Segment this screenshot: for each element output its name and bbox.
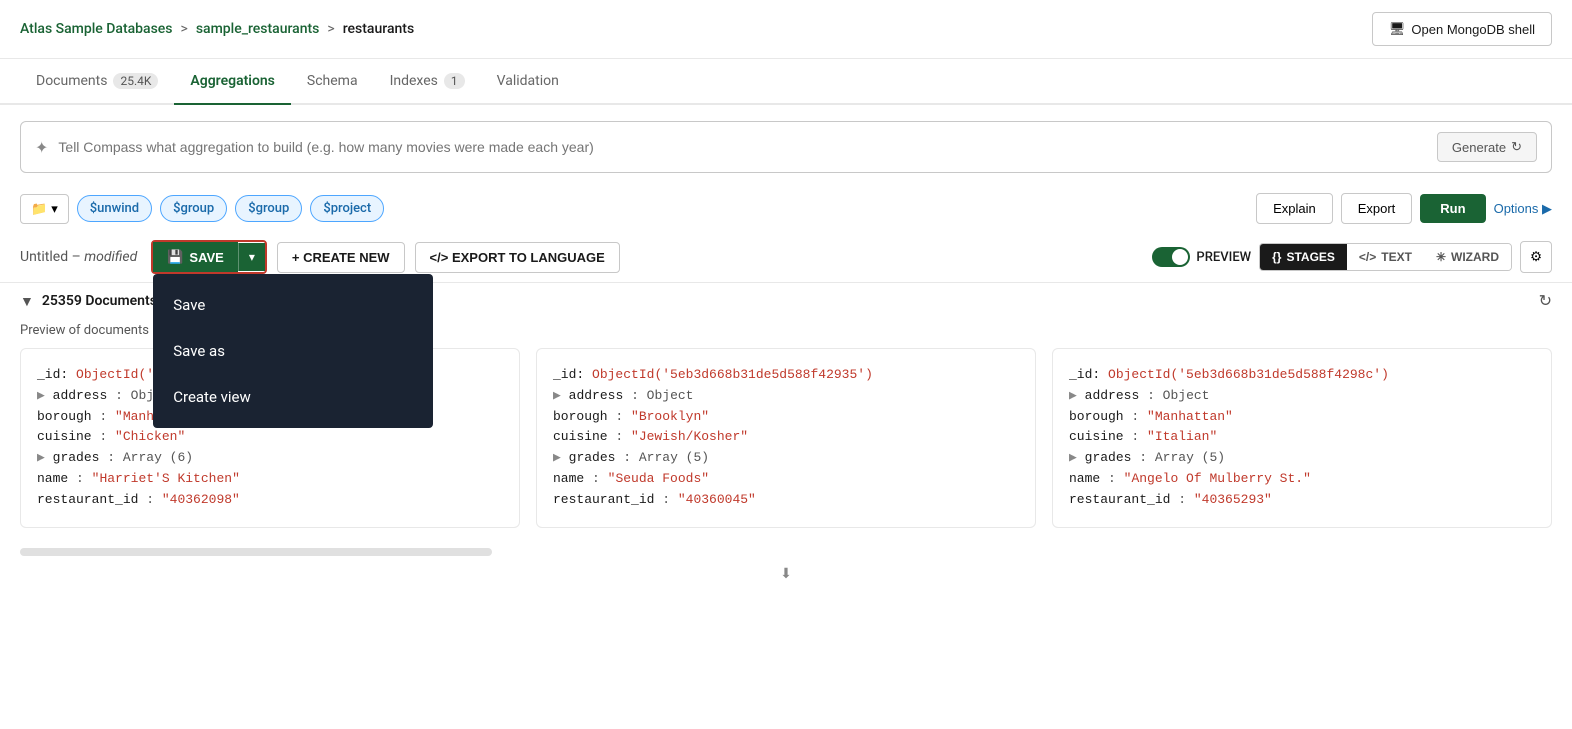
settings-button[interactable]: ⚙: [1520, 241, 1552, 273]
save-option[interactable]: Save: [153, 282, 433, 328]
results-count: 25359 Documents: [42, 293, 157, 309]
breadcrumb-middle[interactable]: sample_restaurants: [196, 21, 320, 37]
folder-button[interactable]: 📁 ▾: [20, 194, 69, 224]
collapse-icon[interactable]: ▼: [20, 293, 34, 310]
save-as-option[interactable]: Save as: [153, 328, 433, 374]
stages-view-button[interactable]: {} STAGES: [1260, 244, 1347, 270]
tab-documents[interactable]: Documents 25.4K: [20, 59, 174, 105]
bottom-bar: ⬇: [0, 556, 1572, 592]
chevron-down-icon: ▾: [249, 250, 255, 264]
text-icon: </>: [1359, 250, 1376, 264]
breadcrumb-sep1: >: [180, 21, 187, 37]
tab-schema[interactable]: Schema: [291, 59, 374, 105]
wizard-icon: ✳: [1436, 250, 1446, 264]
run-button[interactable]: Run: [1420, 194, 1485, 223]
refresh-button[interactable]: ↻: [1539, 291, 1552, 311]
preview-label: PREVIEW: [1196, 250, 1251, 265]
explain-button[interactable]: Explain: [1256, 193, 1333, 224]
table-row: _id: ObjectId('5eb3d668b31de5d588f42935'…: [536, 348, 1036, 528]
save-main-button[interactable]: 💾 SAVE: [153, 242, 238, 272]
breadcrumb: Atlas Sample Databases > sample_restaura…: [20, 21, 414, 37]
stages-icon: {}: [1272, 250, 1281, 264]
untitled-label: Untitled – modified: [20, 249, 137, 265]
stage-chip-group1[interactable]: $group: [160, 195, 227, 222]
export-to-language-button[interactable]: </> EXPORT TO LANGUAGE: [415, 242, 620, 273]
terminal-icon: ⁠🖥: [1389, 21, 1406, 37]
generate-button[interactable]: Generate ↻: [1437, 132, 1537, 162]
pipeline-toolbar: 📁 ▾ $unwind $group $group $project Expla…: [0, 185, 1572, 232]
ai-input-bar: ✦ Generate ↻: [20, 121, 1552, 173]
table-row: _id: ObjectId('5eb3d668b31de5d588f4298c'…: [1052, 348, 1552, 528]
refresh-icon: ↻: [1539, 293, 1552, 310]
export-button[interactable]: Export: [1341, 193, 1413, 224]
text-view-button[interactable]: </> TEXT: [1347, 244, 1424, 270]
tab-indexes[interactable]: Indexes 1: [374, 59, 481, 105]
save-dropdown-menu: Save Save as Create view: [153, 274, 433, 428]
stage-chip-group2[interactable]: $group: [235, 195, 302, 222]
save-dropdown-button[interactable]: ▾: [238, 243, 265, 271]
preview-toggle[interactable]: [1152, 247, 1190, 267]
save-icon: 💾: [167, 249, 183, 265]
tab-aggregations[interactable]: Aggregations: [174, 59, 290, 105]
stage-chip-unwind[interactable]: $unwind: [77, 195, 152, 222]
save-button-group: 💾 SAVE ▾ Save Save as Create view: [151, 240, 267, 274]
open-shell-button[interactable]: ⁠🖥 Open MongoDB shell: [1372, 12, 1552, 46]
options-button[interactable]: Options ▶: [1494, 201, 1552, 217]
toolbar-right: Explain Export Run Options ▶: [1256, 193, 1552, 224]
wizard-view-button[interactable]: ✳ WIZARD: [1424, 244, 1511, 270]
preview-toggle-group: PREVIEW: [1152, 247, 1251, 267]
action-right: PREVIEW {} STAGES </> TEXT ✳ WIZARD ⚙: [1152, 241, 1552, 273]
create-view-option[interactable]: Create view: [153, 374, 433, 420]
breadcrumb-current: restaurants: [343, 21, 414, 37]
down-icon: ⬇: [780, 566, 792, 582]
ai-icon: ✦: [35, 138, 48, 157]
folder-icon: 📁: [31, 201, 47, 217]
tabs-bar: Documents 25.4K Aggregations Schema Inde…: [0, 59, 1572, 105]
tab-validation[interactable]: Validation: [481, 59, 575, 105]
view-mode-group: {} STAGES </> TEXT ✳ WIZARD: [1259, 243, 1512, 271]
ai-input[interactable]: [58, 139, 1426, 155]
stage-chip-project[interactable]: $project: [310, 195, 384, 222]
gear-icon: ⚙: [1530, 249, 1542, 265]
top-bar: Atlas Sample Databases > sample_restaura…: [0, 0, 1572, 59]
create-new-button[interactable]: + CREATE NEW: [277, 242, 405, 273]
breadcrumb-root[interactable]: Atlas Sample Databases: [20, 21, 172, 37]
action-bar: Untitled – modified 💾 SAVE ▾ Save Save a…: [0, 232, 1572, 282]
refresh-icon: ↻: [1511, 139, 1522, 155]
breadcrumb-sep2: >: [327, 21, 334, 37]
horizontal-scrollbar[interactable]: [20, 548, 492, 556]
